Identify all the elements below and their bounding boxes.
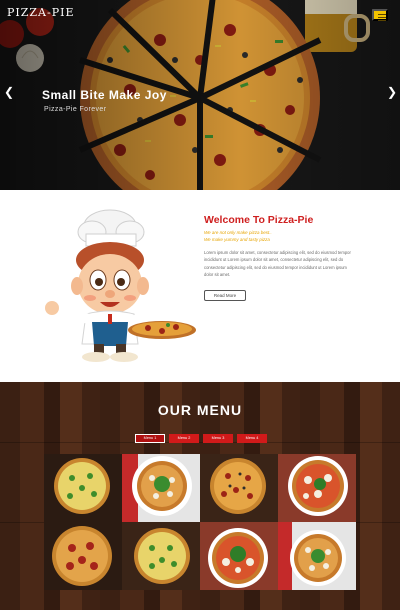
welcome-paragraph-2: consectetur adipiscing elit, sed do eius…: [204, 265, 347, 277]
pizza-image-4: [278, 454, 356, 522]
chevron-left-icon[interactable]: ❮: [4, 86, 14, 98]
tab-menu-2[interactable]: Menu 2: [169, 434, 199, 443]
hero-title: Small Bite Make Joy: [42, 88, 167, 102]
hamburger-icon-line: [378, 17, 386, 18]
chevron-right-icon[interactable]: ❯: [387, 86, 397, 98]
menu-item[interactable]: [278, 522, 356, 590]
site-logo[interactable]: PIZZA-PIE: [7, 6, 74, 19]
hero-subtitle: Pizza-Pie Forever: [44, 106, 107, 113]
menu-item[interactable]: [200, 522, 278, 590]
menu-item[interactable]: [44, 454, 122, 522]
chef-mascot-image: [45, 209, 196, 362]
welcome-tagline-1: We are not only make pizza best..: [204, 230, 272, 235]
tab-menu-3[interactable]: Menu 3: [203, 434, 233, 443]
pizza-image-2: [122, 454, 200, 522]
menu-tabs: Menu 1 Menu 2 Menu 3 Menu 4: [135, 434, 267, 443]
hamburger-menu-button[interactable]: [372, 9, 388, 21]
hero-slider: PIZZA-PIE Small Bite Make Joy Pizza-Pie …: [0, 0, 400, 190]
pizza-image-1: [44, 454, 122, 522]
pizza-image-8: [278, 522, 356, 590]
pizza-image-6: [122, 522, 200, 590]
menu-item[interactable]: [122, 454, 200, 522]
welcome-section: Welcome To Pizza-Pie We are not only mak…: [0, 190, 400, 382]
menu-grid: [44, 454, 356, 590]
page: PIZZA-PIE Small Bite Make Joy Pizza-Pie …: [0, 0, 400, 610]
menu-item[interactable]: [200, 454, 278, 522]
hamburger-icon-line: [378, 20, 386, 21]
tab-menu-1[interactable]: Menu 1: [135, 434, 165, 443]
pizza-image-3: [200, 454, 278, 522]
pizza-image-5: [44, 522, 122, 590]
hamburger-icon: [378, 14, 386, 15]
our-menu-section: OUR MENU Menu 1 Menu 2 Menu 3 Menu 4: [0, 382, 400, 610]
menu-item[interactable]: [44, 522, 122, 590]
menu-item[interactable]: [122, 522, 200, 590]
read-more-button[interactable]: Read More: [204, 290, 246, 301]
welcome-title: Welcome To Pizza-Pie: [204, 214, 314, 226]
welcome-paragraph-1: Lorem ipsum dolor sit amet, consectetur …: [204, 250, 351, 262]
menu-title: OUR MENU: [157, 402, 243, 418]
tab-menu-4[interactable]: Menu 4: [237, 434, 267, 443]
menu-item[interactable]: [278, 454, 356, 522]
pizza-image-7: [200, 522, 278, 590]
welcome-tagline-2: We make yummy and tasty pizza: [204, 237, 270, 242]
